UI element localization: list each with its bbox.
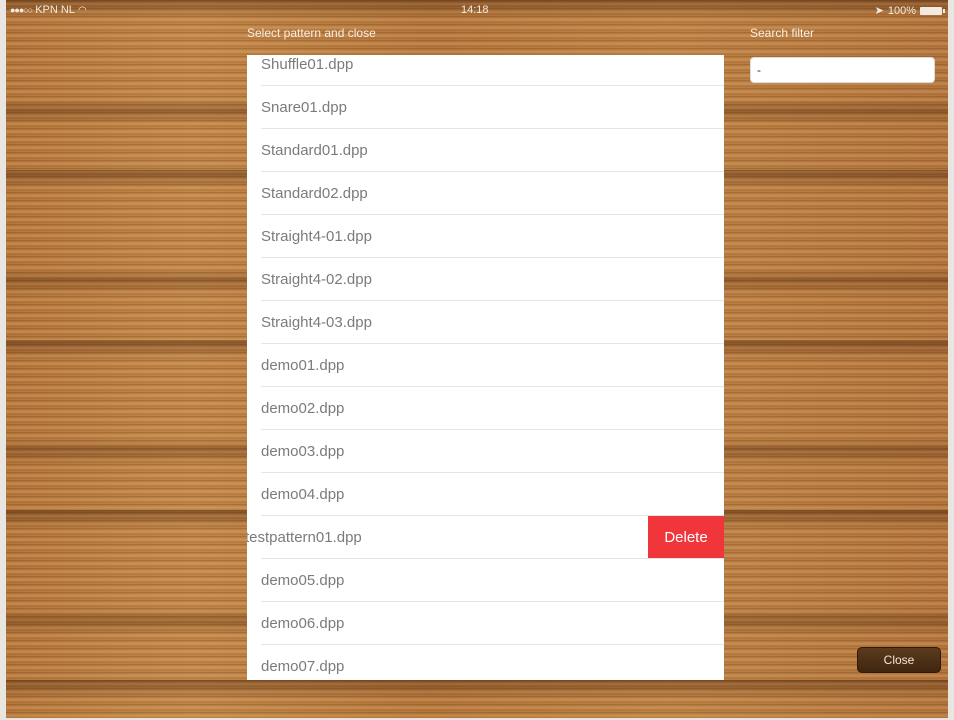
list-item-label: demo03.dpp [261, 443, 345, 460]
list-item-label: Standard02.dpp [261, 185, 368, 202]
list-item[interactable]: Snare01.dpp [247, 86, 724, 129]
battery-percent: 100% [887, 4, 916, 17]
status-right: ➤ 100% [874, 4, 945, 17]
status-bar: ●●●○○ KPN NL ◠ 14:18 ➤ 100% [6, 0, 948, 20]
list-item[interactable]: Straight4-02.dpp [247, 258, 724, 301]
list-item[interactable]: demo04.dpp [247, 473, 724, 516]
list-item[interactable]: Shuffle01.dpp [247, 55, 724, 86]
list-item[interactable]: Standard02.dpp [247, 172, 724, 215]
list-item-label: Straight4-01.dpp [261, 228, 372, 245]
page-title: Select pattern and close [247, 26, 376, 40]
list-item-label: Shuffle01.dpp [261, 56, 354, 73]
list-item-label: demo01.dpp [261, 357, 345, 374]
list-item-label: Snare01.dpp [261, 99, 347, 116]
wifi-icon: ◠ [77, 4, 87, 16]
list-item[interactable]: demo06.dpp [247, 602, 724, 645]
list-item-label: demo04.dpp [261, 486, 345, 503]
list-item-label: Straight4-02.dpp [261, 271, 372, 288]
pattern-list[interactable]: Shuffle01.dpp Snare01.dpp Standard01.dpp… [247, 55, 724, 680]
search-filter-label: Search filter [750, 26, 815, 40]
location-icon: ➤ [874, 5, 884, 17]
list-item[interactable]: demo05.dpp [247, 559, 724, 602]
list-item[interactable]: Straight4-01.dpp [247, 215, 724, 258]
list-item-label: testpattern01.dpp [247, 529, 362, 546]
list-item[interactable]: demo03.dpp [247, 430, 724, 473]
carrier-name: KPN NL [35, 4, 75, 16]
signal-strength-icon: ●●●○○ [10, 5, 33, 15]
list-item-swiped[interactable]: testpattern01.dpp Delete [247, 516, 724, 559]
list-item-label: demo07.dpp [261, 658, 345, 675]
status-time: 14:18 [461, 4, 489, 16]
list-item[interactable]: Straight4-03.dpp [247, 301, 724, 344]
list-item[interactable]: demo02.dpp [247, 387, 724, 430]
battery-icon [920, 6, 945, 15]
list-item-label: demo05.dpp [261, 572, 345, 589]
list-item-label: Standard01.dpp [261, 142, 368, 159]
list-item[interactable]: demo07.dpp [247, 645, 724, 680]
search-filter-input[interactable] [750, 57, 935, 83]
list-item-label: Straight4-03.dpp [261, 314, 372, 331]
list-item[interactable]: Standard01.dpp [247, 129, 724, 172]
list-item[interactable]: demo01.dpp [247, 344, 724, 387]
list-item-label: demo02.dpp [261, 400, 345, 417]
status-carrier: ●●●○○ KPN NL ◠ [10, 4, 87, 16]
delete-button[interactable]: Delete [648, 516, 724, 559]
close-button[interactable]: Close [857, 647, 941, 673]
list-item-label: demo06.dpp [261, 615, 345, 632]
